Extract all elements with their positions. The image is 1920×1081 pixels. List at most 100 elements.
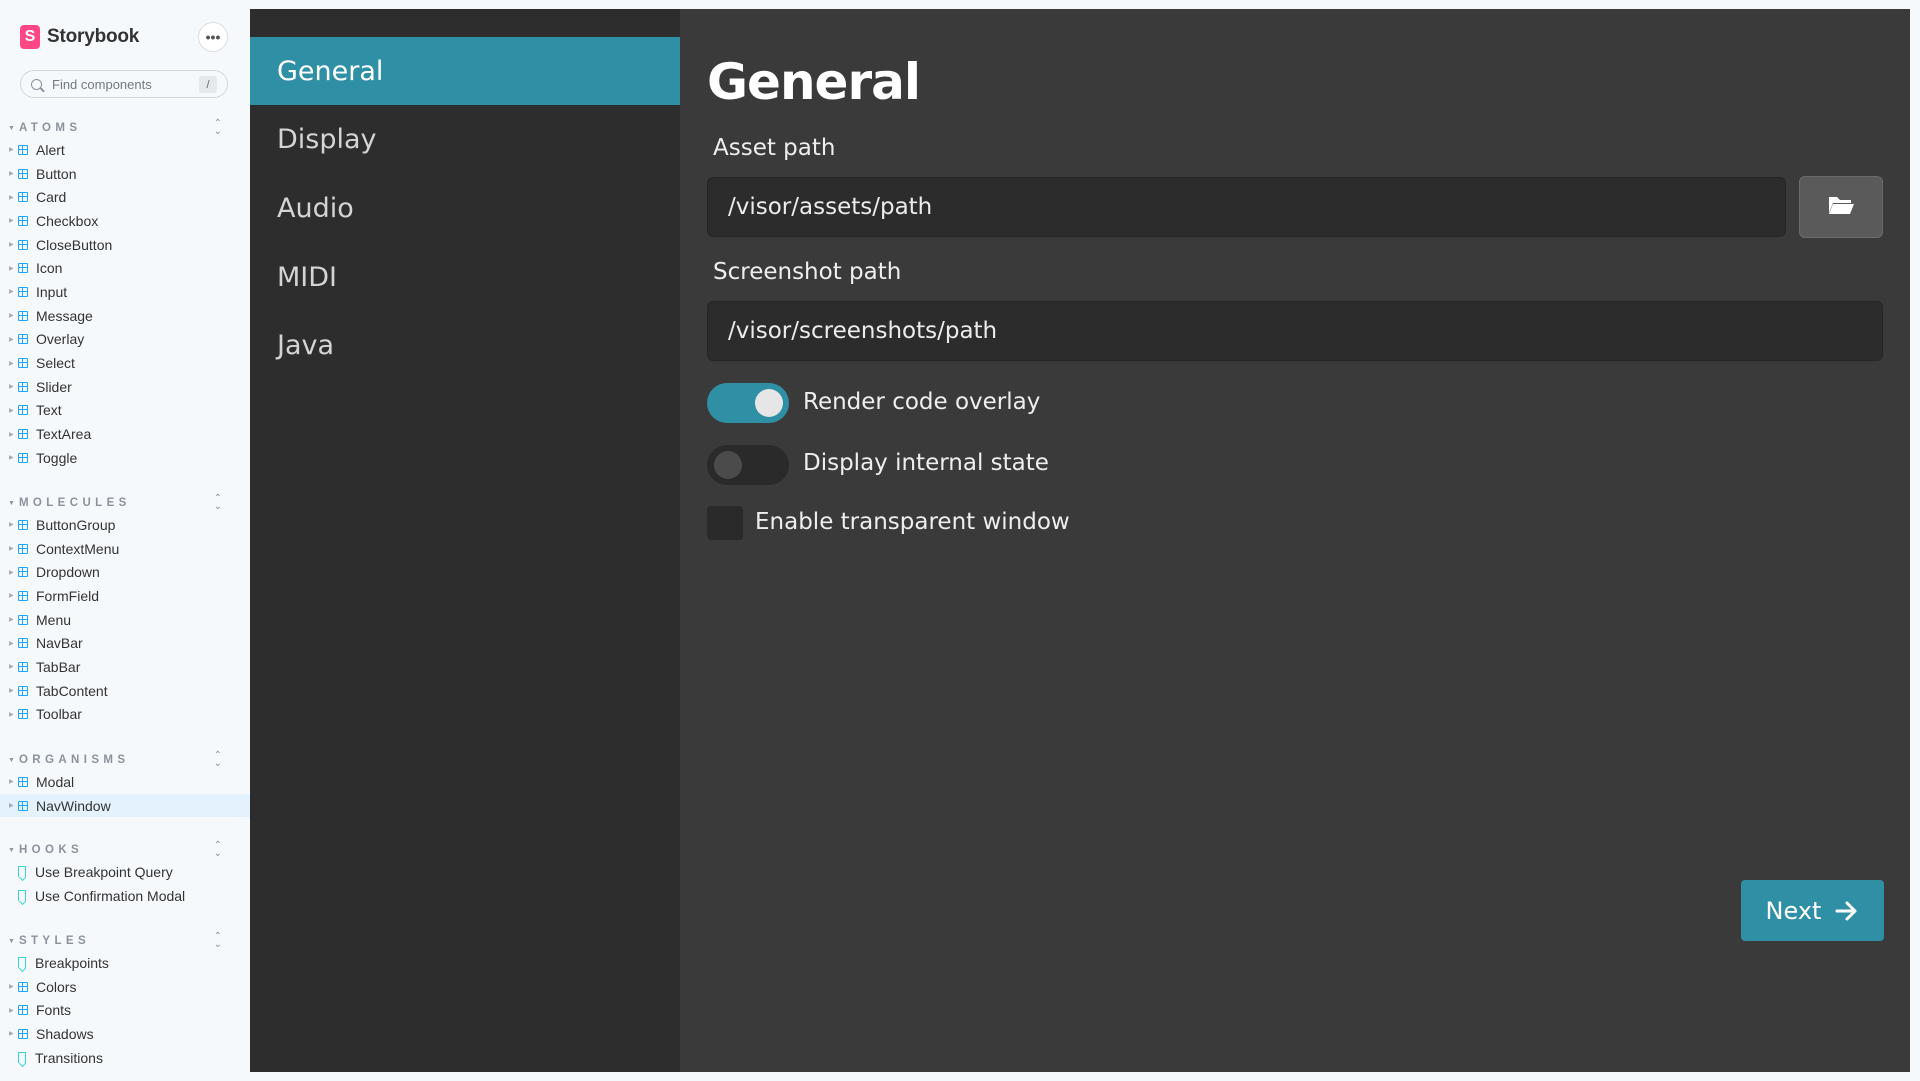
chevron-down-icon: ▼ <box>8 499 15 507</box>
expand-collapse-icon[interactable]: ⌃ ⌄ <box>214 932 222 950</box>
sidebar-item-label: Checkbox <box>36 212 99 229</box>
sidebar-item-formfield[interactable]: ▶ FormField <box>0 584 250 608</box>
sidebar-item-shadows[interactable]: ▶ Shadows <box>0 1022 250 1046</box>
sidebar-item-toggle[interactable]: ▶ Toggle <box>0 446 250 470</box>
sidebar-group-organisms: ▼ ORGANISMS ⌃ ⌄ ▶ Modal ▶ NavWindow <box>0 750 250 818</box>
sidebar-item-overlay[interactable]: ▶ Overlay <box>0 328 250 352</box>
group-header[interactable]: ▼ MOLECULES ⌃ ⌄ <box>0 493 250 513</box>
sidebar-item-label: Transitions <box>35 1049 103 1066</box>
sidebar-item-fonts[interactable]: ▶ Fonts <box>0 998 250 1022</box>
asset-path-input[interactable]: /visor/assets/path <box>707 177 1786 237</box>
display-internal-state-label: Display internal state <box>803 450 1049 476</box>
display-internal-state-toggle[interactable] <box>707 445 789 485</box>
sidebar-item-colors[interactable]: ▶ Colors <box>0 975 250 999</box>
sidebar-item-label: Select <box>36 355 75 372</box>
brand-name[interactable]: Storybook <box>47 26 139 48</box>
chevron-down-icon: ▼ <box>8 124 15 132</box>
search-box[interactable]: / <box>20 70 228 98</box>
nav-item-display[interactable]: Display <box>250 105 680 173</box>
component-icon <box>18 614 28 625</box>
sidebar-item-select[interactable]: ▶ Select <box>0 351 250 375</box>
sidebar-item-buttongroup[interactable]: ▶ ButtonGroup <box>0 513 250 537</box>
group-header[interactable]: ▼ ORGANISMS ⌃ ⌄ <box>0 750 250 770</box>
sidebar-item-use-confirmation-modal[interactable]: Use Confirmation Modal <box>0 884 250 908</box>
nav-item-general[interactable]: General <box>250 37 680 105</box>
sidebar-item-label: Breakpoints <box>35 954 109 971</box>
asset-path-label: Asset path <box>713 135 836 161</box>
sidebar-menu-button[interactable]: ••• <box>198 22 228 52</box>
sidebar-item-menu[interactable]: ▶ Menu <box>0 608 250 632</box>
sidebar-item-navbar[interactable]: ▶ NavBar <box>0 631 250 655</box>
sidebar-item-label: Input <box>36 283 68 300</box>
sidebar-item-closebutton[interactable]: ▶ CloseButton <box>0 233 250 257</box>
folder-open-icon <box>1827 194 1855 221</box>
chevron-down-icon: ▼ <box>8 756 15 764</box>
sidebar-item-textarea[interactable]: ▶ TextArea <box>0 422 250 446</box>
search-shortcut-key: / <box>199 76 217 93</box>
expand-collapse-icon[interactable]: ⌃ ⌄ <box>214 841 222 859</box>
next-button[interactable]: Next <box>1741 880 1884 941</box>
group-header[interactable]: ▼ ATOMS ⌃ ⌄ <box>0 118 250 138</box>
sidebar-item-tabcontent[interactable]: ▶ TabContent <box>0 679 250 703</box>
sidebar-item-breakpoints[interactable]: Breakpoints <box>0 951 250 975</box>
sidebar-item-contextmenu[interactable]: ▶ ContextMenu <box>0 537 250 561</box>
nav-item-java[interactable]: Java <box>250 311 680 379</box>
sidebar-item-button[interactable]: ▶ Button <box>0 162 250 186</box>
sidebar-item-label: FormField <box>36 587 100 604</box>
sidebar-item-message[interactable]: ▶ Message <box>0 304 250 328</box>
render-code-overlay-toggle[interactable] <box>707 383 789 423</box>
nav-item-midi[interactable]: MIDI <box>250 243 680 311</box>
sidebar-item-label: TabBar <box>36 658 81 675</box>
sidebar-item-input[interactable]: ▶ Input <box>0 280 250 304</box>
sidebar-item-modal[interactable]: ▶ Modal <box>0 770 250 794</box>
component-icon <box>18 381 28 392</box>
sidebar-item-alert[interactable]: ▶ Alert <box>0 138 250 162</box>
group-header[interactable]: ▼ STYLES ⌃ ⌄ <box>0 931 250 951</box>
sidebar-item-label: Shadows <box>36 1025 94 1042</box>
chevron-right-icon: ▶ <box>9 265 14 272</box>
component-icon <box>18 405 28 416</box>
screenshot-path-input[interactable]: /visor/screenshots/path <box>707 301 1883 361</box>
chevron-right-icon: ▶ <box>9 407 14 414</box>
sidebar-item-navwindow[interactable]: ▶ NavWindow <box>0 793 250 818</box>
sidebar-item-transitions[interactable]: Transitions <box>0 1046 250 1070</box>
chevron-right-icon: ▶ <box>9 171 14 178</box>
group-header[interactable]: ▼ HOOKS ⌃ ⌄ <box>0 840 250 860</box>
screenshot-path-label: Screenshot path <box>713 259 902 285</box>
sidebar-item-use-breakpoint-query[interactable]: Use Breakpoint Query <box>0 860 250 884</box>
component-icon <box>18 334 28 345</box>
sidebar-item-dropdown[interactable]: ▶ Dropdown <box>0 560 250 584</box>
storybook-logo-icon[interactable]: S <box>20 25 40 49</box>
nav-item-audio[interactable]: Audio <box>250 174 680 242</box>
page-title: General <box>707 53 921 111</box>
enable-transparent-window-label: Enable transparent window <box>755 509 1070 535</box>
component-icon <box>18 661 28 672</box>
sidebar-item-tabbar[interactable]: ▶ TabBar <box>0 655 250 679</box>
sidebar-item-label: Colors <box>36 978 77 995</box>
sidebar-item-label: Modal <box>36 773 75 790</box>
chevron-down-icon: ▼ <box>8 937 15 945</box>
bookmark-icon <box>18 1052 26 1064</box>
browse-folder-button[interactable] <box>1799 176 1883 238</box>
component-icon <box>18 981 28 992</box>
component-icon <box>18 1028 28 1039</box>
sidebar-item-checkbox[interactable]: ▶ Checkbox <box>0 209 250 233</box>
expand-collapse-icon[interactable]: ⌃ ⌄ <box>214 751 222 769</box>
expand-collapse-icon[interactable]: ⌃ ⌄ <box>214 119 222 137</box>
component-icon <box>18 310 28 321</box>
sidebar-item-label: Text <box>36 402 62 419</box>
component-icon <box>18 192 28 203</box>
sidebar-item-toolbar[interactable]: ▶ Toolbar <box>0 703 250 727</box>
sidebar-item-text[interactable]: ▶ Text <box>0 399 250 423</box>
search-input[interactable] <box>52 76 182 92</box>
sidebar-item-icon[interactable]: ▶ Icon <box>0 256 250 280</box>
enable-transparent-window-checkbox[interactable] <box>707 506 743 540</box>
sidebar-item-label: Menu <box>36 611 72 628</box>
chevron-right-icon: ▶ <box>9 431 14 438</box>
expand-collapse-icon[interactable]: ⌃ ⌄ <box>214 494 222 512</box>
sidebar-item-card[interactable]: ▶ Card <box>0 185 250 209</box>
group-title: HOOKS <box>18 844 84 856</box>
chevron-right-icon: ▶ <box>9 593 14 600</box>
component-icon <box>18 567 28 578</box>
sidebar-item-slider[interactable]: ▶ Slider <box>0 375 250 399</box>
